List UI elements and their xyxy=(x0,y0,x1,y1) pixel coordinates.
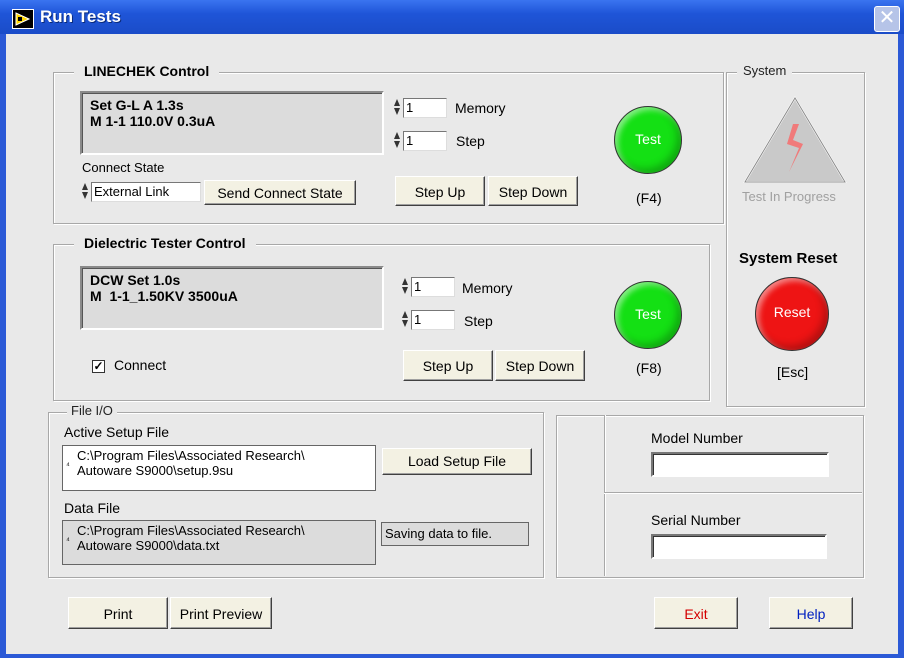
connect-state-input[interactable]: External Link xyxy=(91,182,201,202)
path-indicator-icon: ⁴ xyxy=(66,535,70,545)
connect-state-spinner[interactable] xyxy=(82,182,89,202)
dielectric-step-label: Step xyxy=(464,313,493,329)
active-setup-label: Active Setup File xyxy=(64,424,170,440)
connect-label: Connect xyxy=(114,357,167,373)
linechek-step-down-button[interactable]: Step Down xyxy=(488,176,578,206)
spin-down-icon[interactable] xyxy=(82,192,88,199)
panel-divider-horizontal xyxy=(604,492,862,493)
run-tests-window: Run Tests ✕ LINECHEK Control Set G-L A 1… xyxy=(0,0,904,658)
dielectric-step-down-button[interactable]: Step Down xyxy=(495,350,585,381)
dielectric-test-label: Test xyxy=(635,306,661,322)
dielectric-test-button[interactable]: Test xyxy=(614,281,682,349)
spin-up-icon[interactable] xyxy=(402,278,408,285)
dielectric-step-input[interactable]: 1 xyxy=(411,310,455,330)
system-title: System xyxy=(737,63,793,78)
linechek-memory-label: Memory xyxy=(455,100,506,116)
client-area: LINECHEK Control Set G-L A 1.3s M 1-1 110… xyxy=(6,34,898,654)
dielectric-step-spinner[interactable] xyxy=(402,310,409,330)
panel-divider-vertical xyxy=(604,415,605,576)
file-io-title: File I/O xyxy=(67,403,117,418)
linechek-title: LINECHEK Control xyxy=(74,63,220,79)
load-setup-file-button[interactable]: Load Setup File xyxy=(382,448,532,475)
linechek-step-input[interactable]: 1 xyxy=(403,131,447,151)
serial-number-label: Serial Number xyxy=(651,512,741,528)
data-file-path: ⁴ C:\Program Files\Associated Research\ Au… xyxy=(62,520,376,565)
spin-down-icon[interactable] xyxy=(402,320,408,327)
dielectric-display: DCW Set 1.0s M 1-1_1.50KV 3500uA xyxy=(80,266,384,330)
spin-up-icon[interactable] xyxy=(402,311,408,318)
saving-status: Saving data to file. xyxy=(381,522,529,546)
spin-up-icon[interactable] xyxy=(394,132,400,139)
system-reset-title: System Reset xyxy=(739,250,838,267)
help-button[interactable]: Help xyxy=(769,597,853,629)
linechek-memory-spinner[interactable] xyxy=(394,98,401,118)
model-number-label: Model Number xyxy=(651,430,743,446)
send-connect-state-button[interactable]: Send Connect State xyxy=(204,180,356,205)
spin-down-icon[interactable] xyxy=(394,108,400,115)
path-indicator-icon: ⁴ xyxy=(66,460,70,470)
active-setup-line2: Autoware S9000\setup.9su xyxy=(77,463,234,478)
dielectric-test-key: (F8) xyxy=(636,360,662,376)
linechek-step-spinner[interactable] xyxy=(394,131,401,151)
app-icon xyxy=(12,9,34,29)
print-button[interactable]: Print xyxy=(68,597,168,629)
data-file-line1: C:\Program Files\Associated Research\ xyxy=(77,523,305,538)
linechek-test-key: (F4) xyxy=(636,190,662,206)
dielectric-display-line1: DCW Set 1.0s xyxy=(90,272,181,288)
linechek-display-line1: Set G-L A 1.3s xyxy=(90,97,184,113)
linechek-memory-input[interactable]: 1 xyxy=(403,98,447,118)
active-setup-path: ⁴ C:\Program Files\Associated Research\ Au… xyxy=(62,445,376,491)
data-file-line2: Autoware S9000\data.txt xyxy=(77,538,220,553)
dielectric-step-up-button[interactable]: Step Up xyxy=(403,350,493,381)
reset-label: Reset xyxy=(773,304,811,320)
linechek-step-label: Step xyxy=(456,133,485,149)
linechek-test-button[interactable]: Test xyxy=(614,106,682,174)
warning-triangle-icon xyxy=(743,96,847,183)
dielectric-title: Dielectric Tester Control xyxy=(74,235,256,251)
active-setup-line1: C:\Program Files\Associated Research\ xyxy=(77,448,305,463)
model-number-field[interactable] xyxy=(651,452,829,477)
linechek-display-line2: M 1-1 110.0V 0.3uA xyxy=(90,113,216,129)
title-bar: Run Tests ✕ xyxy=(0,0,904,34)
dielectric-memory-input[interactable]: 1 xyxy=(411,277,455,297)
dielectric-memory-spinner[interactable] xyxy=(402,277,409,297)
linechek-step-up-button[interactable]: Step Up xyxy=(395,176,485,206)
dielectric-display-line2: M 1-1_1.50KV 3500uA xyxy=(90,288,238,304)
test-in-progress-label: Test In Progress xyxy=(742,189,836,204)
serial-number-field[interactable] xyxy=(651,534,827,559)
data-file-label: Data File xyxy=(64,500,121,516)
close-icon[interactable]: ✕ xyxy=(874,6,900,32)
connect-checkbox[interactable]: ✓ xyxy=(92,360,105,373)
linechek-display: Set G-L A 1.3s M 1-1 110.0V 0.3uA xyxy=(80,91,384,155)
dielectric-memory-label: Memory xyxy=(462,280,513,296)
exit-button[interactable]: Exit xyxy=(654,597,738,629)
print-preview-button[interactable]: Print Preview xyxy=(170,597,272,629)
window-title: Run Tests xyxy=(40,7,121,26)
linechek-test-label: Test xyxy=(635,131,661,147)
reset-button[interactable]: Reset xyxy=(755,277,829,351)
reset-key: [Esc] xyxy=(777,364,809,380)
spin-down-icon[interactable] xyxy=(402,287,408,294)
spin-up-icon[interactable] xyxy=(82,183,88,190)
spin-down-icon[interactable] xyxy=(394,141,400,148)
connect-state-label: Connect State xyxy=(82,160,165,175)
spin-up-icon[interactable] xyxy=(394,99,400,106)
